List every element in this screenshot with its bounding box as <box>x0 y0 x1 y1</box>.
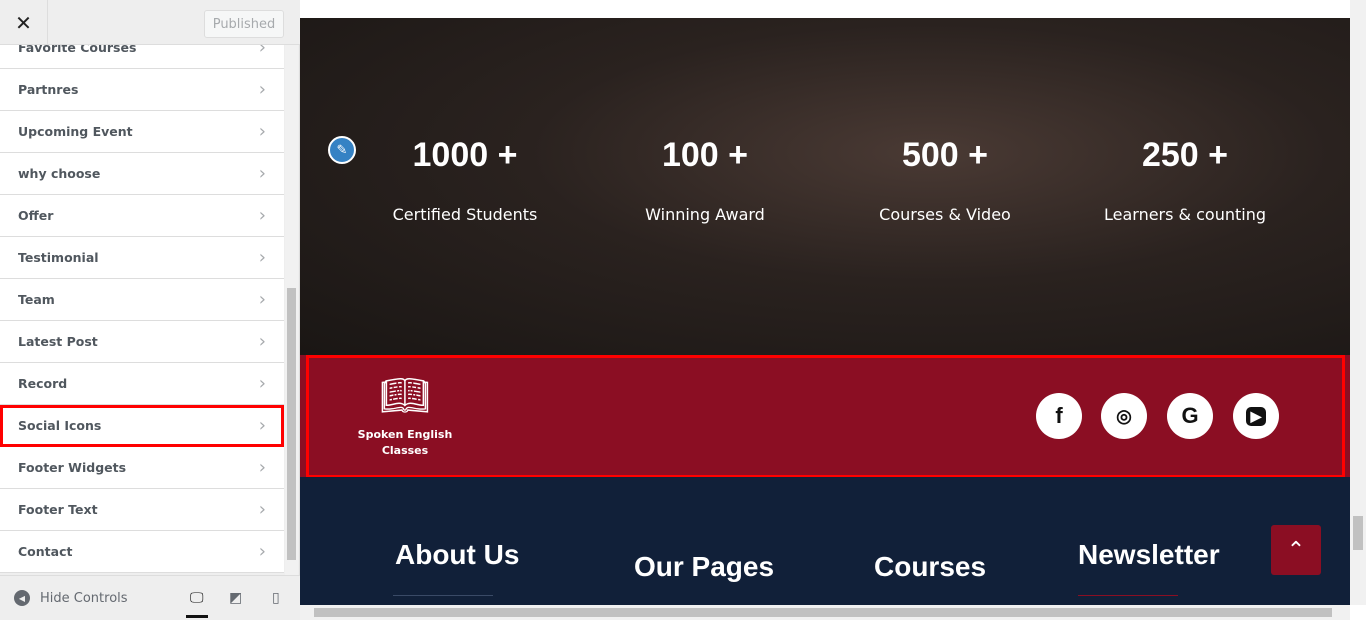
scrollbar-thumb[interactable] <box>1353 516 1363 550</box>
footer-heading: Courses <box>874 551 987 582</box>
stat-number: 1000 + <box>412 136 518 174</box>
section-social-icons[interactable]: Social Icons › <box>0 405 284 447</box>
stat-number: 500 + <box>901 136 989 174</box>
stat-label: Certified Students <box>392 205 538 224</box>
chevron-right-icon: › <box>258 373 266 394</box>
heading-underline <box>393 595 493 596</box>
chevron-right-icon: › <box>258 289 266 310</box>
section-record[interactable]: Record › <box>0 363 284 405</box>
chevron-right-icon: › <box>258 415 266 436</box>
selection-highlight <box>306 355 1345 478</box>
item-label: Social Icons <box>18 418 102 433</box>
item-label: Latest Post <box>18 334 98 349</box>
stat-item: 250 + Learners & counting <box>1065 136 1305 224</box>
chevron-up-icon: ⌃ <box>1286 537 1306 563</box>
item-label: Partnres <box>18 82 79 97</box>
heading-underline <box>1078 595 1178 596</box>
stat-item: 500 + Courses & Video <box>825 136 1065 224</box>
section-team[interactable]: Team › <box>0 279 284 321</box>
desktop-preview-icon[interactable]: 🖵︎ <box>186 590 208 618</box>
item-label: Contact <box>18 544 73 559</box>
hide-controls-button[interactable]: ◀ Hide Controls <box>14 590 128 606</box>
hide-controls-label: Hide Controls <box>40 590 128 606</box>
section-why-choose[interactable]: why choose › <box>0 153 284 195</box>
published-button[interactable]: Published <box>204 10 284 38</box>
item-label: Offer <box>18 208 54 223</box>
stat-item: 1000 + Certified Students <box>345 136 585 224</box>
preview-horizontal-scrollbar[interactable] <box>300 605 1350 620</box>
stats-section: ✎ 1000 + Certified Students 100 + Winning … <box>300 18 1350 355</box>
chevron-right-icon: › <box>258 79 266 100</box>
section-partnres[interactable]: Partnres › <box>0 69 284 111</box>
chevron-right-icon: › <box>258 205 266 226</box>
stat-label: Winning Award <box>645 205 765 224</box>
stat-item: 100 + Winning Award <box>585 136 825 224</box>
chevron-right-icon: › <box>258 457 266 478</box>
footer-heading: Newsletter <box>1078 539 1220 570</box>
chevron-right-icon: › <box>258 331 266 352</box>
item-label: Record <box>18 376 68 391</box>
chevron-right-icon: › <box>258 163 266 184</box>
footer-heading: About Us <box>395 539 520 570</box>
stat-label: Courses & Video <box>879 205 1011 224</box>
footer-widgets: About Us Our Pages Courses Newsletter ⌃ <box>300 477 1350 605</box>
chevron-right-icon: › <box>258 247 266 268</box>
item-label: Footer Text <box>18 502 98 517</box>
stat-label: Learners & counting <box>1103 205 1266 224</box>
item-label: Footer Widgets <box>18 460 127 475</box>
section-latest-post[interactable]: Latest Post › <box>0 321 284 363</box>
section-footer-widgets[interactable]: Footer Widgets › <box>0 447 284 489</box>
scroll-to-top-button[interactable]: ⌃ <box>1271 525 1321 575</box>
footer-heading: Our Pages <box>634 551 775 582</box>
tablet-preview-icon[interactable]: ◩ <box>229 590 242 606</box>
customizer-sidebar: Favorite Courses › Partnres › Upcoming Eve… <box>0 0 300 620</box>
preview-vertical-scrollbar[interactable] <box>1350 0 1366 605</box>
chevron-right-icon: › <box>258 499 266 520</box>
section-footer-text[interactable]: Footer Text › <box>0 489 284 531</box>
section-upcoming-event[interactable]: Upcoming Event › <box>0 111 284 153</box>
item-label: Upcoming Event <box>18 124 133 139</box>
site-preview: ✎ 1000 + Certified Students 100 + Winning … <box>300 0 1350 605</box>
item-label: Team <box>18 292 55 307</box>
item-label: why choose <box>18 166 101 181</box>
collapse-icon: ◀ <box>14 590 30 606</box>
section-contact[interactable]: Contact › <box>0 531 284 573</box>
section-offer[interactable]: Offer › <box>0 195 284 237</box>
chevron-right-icon: › <box>258 541 266 562</box>
chevron-right-icon: › <box>258 121 266 142</box>
section-testimonial[interactable]: Testimonial › <box>0 237 284 279</box>
item-label: Testimonial <box>18 250 99 265</box>
sidebar-scrollbar[interactable] <box>285 45 298 575</box>
section-list: Favorite Courses › Partnres › Upcoming Eve… <box>0 27 284 573</box>
sidebar-header: ✕ Published <box>0 0 300 45</box>
sidebar-footer: ◀ Hide Controls 🖵︎ ◩ ▯ <box>0 575 300 620</box>
stat-number: 250 + <box>1141 136 1229 174</box>
scrollbar-thumb[interactable] <box>314 608 1332 617</box>
stat-number: 100 + <box>661 136 749 174</box>
close-icon[interactable]: ✕ <box>0 0 48 45</box>
mobile-preview-icon[interactable]: ▯ <box>272 590 280 606</box>
scrollbar-thumb[interactable] <box>287 288 296 560</box>
